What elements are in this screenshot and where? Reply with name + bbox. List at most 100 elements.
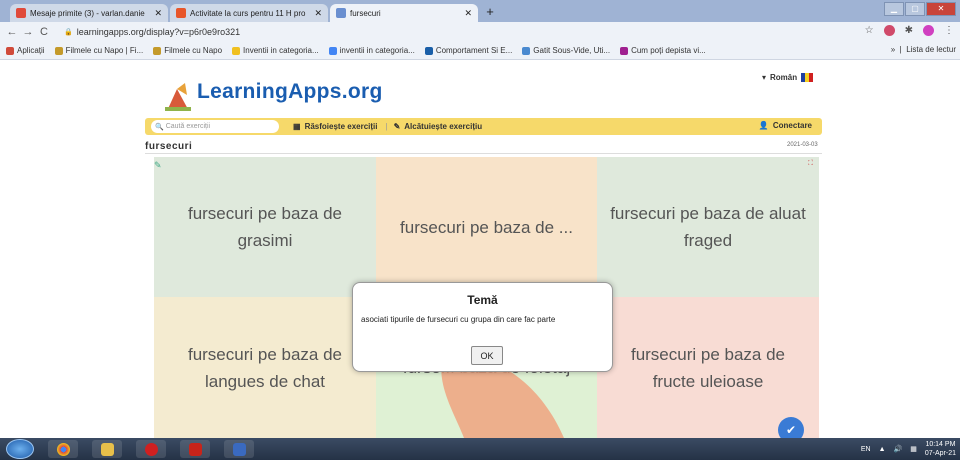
minimize-button[interactable]: ▁ [884,2,904,16]
system-tray: EN ▲ 🔊 ▦ 10:14 PM 07-Apr-21 [861,440,956,458]
windows-taskbar: EN ▲ 🔊 ▦ 10:14 PM 07-Apr-21 [0,438,960,460]
bookmark-item[interactable]: inventii in categoria... [328,46,415,55]
taskbar-explorer[interactable] [92,440,122,458]
document-icon [232,442,246,456]
new-tab-button[interactable]: + [480,4,500,20]
bookmark-item[interactable]: Comportament Si E... [424,46,512,55]
tab-strip: Mesaje primite (3) - varlan.danie ✕ Acti… [0,0,960,22]
edit-icon[interactable]: ✎ [154,160,162,171]
extension-icon[interactable] [883,25,895,36]
puzzle-icon[interactable]: ✱ [905,25,913,36]
language-selector[interactable]: ▾ Român [762,73,814,82]
bookmark-item[interactable]: Gatit Sous-Vide, Uti... [522,46,610,55]
close-window-button[interactable]: ✕ [926,2,956,16]
site-logo[interactable]: LearningApps.org [197,80,383,104]
tray-arrow-icon[interactable]: ▲ [879,446,886,453]
record-icon [144,442,158,456]
search-icon: 🔍 [155,123,164,131]
tab-activitate[interactable]: Activitate la curs pentru 11 H pro ✕ [170,4,328,22]
language-indicator[interactable]: EN [861,446,871,453]
clock[interactable]: 10:14 PM 07-Apr-21 [925,440,956,458]
create-exercise-link[interactable]: ✎ Alcătuiește exercițiu [394,122,483,131]
category-cell[interactable]: fursecuri pe baza de grasimi [154,157,376,297]
network-icon[interactable]: ▦ [910,445,917,453]
pencil-icon: ✎ [393,122,401,131]
search-input[interactable]: 🔍 Caută exerciții [151,120,279,133]
window-controls: ▁ ▢ ✕ [884,2,956,16]
app-date: 2021-03-03 [787,142,818,148]
close-icon[interactable]: ✕ [460,8,472,19]
volume-icon[interactable]: 🔊 [894,445,903,453]
reload-icon[interactable]: C [36,26,52,38]
google-icon [328,46,337,55]
divider: | [385,122,388,131]
tab-label: fursecuri [350,8,381,18]
clock-date: 07-Apr-21 [924,450,956,457]
bookmark-item[interactable]: Filmele cu Napo [153,46,222,55]
napo-icon [153,46,162,55]
task-dialog: Temă asociati tipurile de fursecuri cu g… [352,282,613,372]
divider [145,153,822,154]
category-cell[interactable]: fursecuri pe baza de aluat fraged [597,157,819,297]
close-icon[interactable]: ✕ [310,8,322,19]
user-icon: 👤 [758,121,769,130]
page-content: LearningApps.org ▾ Român 🔍 Caută exerciț… [0,61,960,438]
grid-icon: ▦ [293,122,301,131]
back-icon[interactable]: ← [4,26,20,38]
check-answers-button[interactable]: ✔ [778,417,804,438]
fullscreen-icon[interactable]: ⛶ [808,160,813,168]
app-title: fursecuri [145,141,193,152]
maximize-button[interactable]: ▢ [905,2,925,16]
language-label: Român [770,73,798,82]
folder-icon [100,442,114,456]
bookmarks-bar: Aplicații Filmele cu Napo | Fi... Filmel… [0,42,960,60]
moodle-icon [176,8,186,18]
napo-icon [54,46,63,55]
browse-exercises-link[interactable]: ▦ Răsfoiește exerciții [293,122,378,131]
extensions: ☆ ✱ ⋮ [865,25,954,36]
tab-gmail[interactable]: Mesaje primite (3) - varlan.danie ✕ [10,4,168,22]
taskbar-word[interactable] [224,440,254,458]
category-cell[interactable]: fursecuri pe baza de langues de chat [154,297,376,438]
taskbar-app[interactable] [136,440,166,458]
login-link[interactable]: 👤 Conectare [759,121,812,130]
ok-button[interactable]: OK [471,346,503,365]
category-cell[interactable]: fursecuri pe baza de ... [376,157,597,297]
star-icon[interactable]: ☆ [865,25,874,36]
menu-icon[interactable]: ⋮ [944,25,954,36]
bookmark-item[interactable]: Filmele cu Napo | Fi... [54,46,143,55]
bookmark-item[interactable]: Inventii in categoria... [232,46,319,55]
learningapps-icon [336,8,346,18]
taskbar-chrome[interactable] [48,440,78,458]
search-placeholder: Caută exerciții [165,123,211,130]
profile-icon[interactable] [923,25,934,36]
flag-icon [801,73,814,82]
site-menu-bar: 🔍 Caută exerciții ▦ Răsfoiește exerciții… [145,118,822,135]
forward-icon[interactable]: → [20,26,36,38]
chrome-icon [56,442,70,456]
address-bar-row: ← → C 🔒 learningapps.org/display?v=p6r0e… [0,22,960,42]
taskbar-acrobat[interactable] [180,440,210,458]
dialog-title: Temă [467,293,498,307]
tab-fursecuri[interactable]: fursecuri ✕ [330,4,478,22]
clock-time: 10:14 PM [925,441,956,448]
close-icon[interactable]: ✕ [150,8,162,19]
dialog-text: asociati tipurile de fursecuri cu grupa … [361,315,556,324]
site-icon [522,46,531,55]
more-bookmarks-button[interactable]: » [891,45,895,54]
tab-label: Activitate la curs pentru 11 H pro [190,8,306,18]
pdf-icon [188,442,202,456]
logo-mark-icon [165,83,191,111]
lock-icon: 🔒 [64,29,73,36]
url-field[interactable]: 🔒 learningapps.org/display?v=p6r0e9ro321 [64,27,240,37]
reading-list-button[interactable]: Lista de lectur [906,45,956,54]
bulb-icon [232,46,241,55]
bookmark-item[interactable]: Cum poți depista vi... [620,46,706,55]
tab-label: Mesaje primite (3) - varlan.danie [30,8,145,18]
bookmark-item[interactable]: Aplicații [6,46,45,55]
apps-icon [6,46,14,55]
start-button[interactable] [6,439,34,459]
doc-icon [424,46,433,55]
bookmarks-right: » | Lista de lectur [886,45,956,54]
site-icon [620,46,629,55]
